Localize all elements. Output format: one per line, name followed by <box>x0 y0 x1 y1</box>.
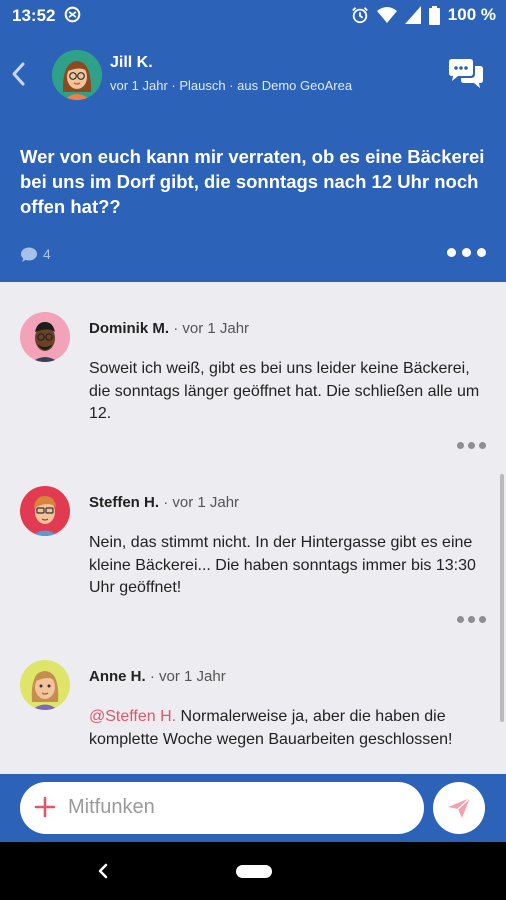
scrollbar[interactable] <box>500 474 504 722</box>
post-header: Jill K. vor 1 Jahr · Plausch · aus Demo … <box>0 30 506 282</box>
back-arrow-icon[interactable] <box>6 58 32 90</box>
comment-text: @Steffen H. Normalerweise ja, aber die h… <box>89 706 484 751</box>
battery-icon <box>428 5 440 25</box>
comment-more-icon[interactable] <box>457 616 486 623</box>
system-nav-bar <box>0 842 506 900</box>
comment-time: · vor 1 Jahr <box>163 494 240 511</box>
comment-text: Soweit ich weiß, gibt es bei uns leider … <box>89 360 480 422</box>
battery-level: 100 % <box>447 5 496 24</box>
status-time: 13:52 <box>12 6 56 25</box>
post-meta: vor 1 Jahr · Plausch · aus Demo GeoArea <box>110 78 353 93</box>
composer-bar: Mitfunken <box>0 774 506 842</box>
comment-time: · vor 1 Jahr <box>149 668 226 685</box>
comment-count-value: 4 <box>43 246 51 262</box>
comment-item: Anne H. · vor 1 Jahr @Steffen H. Normale… <box>0 632 506 774</box>
comment-input[interactable]: Mitfunken <box>20 782 424 834</box>
alarm-icon <box>351 7 368 24</box>
comment-bubble-icon <box>21 247 37 262</box>
status-bar: 13:52 100 % <box>0 0 506 30</box>
post-more-icon[interactable] <box>447 248 486 257</box>
commenter-name[interactable]: Steffen H. <box>89 494 159 511</box>
send-icon <box>448 797 471 818</box>
commenter-name[interactable]: Anne H. <box>89 668 146 685</box>
chat-bubbles-icon[interactable] <box>446 58 486 92</box>
commenter-avatar[interactable] <box>20 660 70 710</box>
author-name[interactable]: Jill K. <box>110 54 153 72</box>
input-placeholder: Mitfunken <box>68 796 155 818</box>
wifi-icon <box>376 7 397 23</box>
comment-list[interactable]: Dominik M. · vor 1 Jahr Soweit ich weiß,… <box>0 282 506 774</box>
author-avatar[interactable] <box>52 50 102 100</box>
sync-icon <box>64 6 81 23</box>
nav-home-pill[interactable] <box>236 865 272 878</box>
signal-icon <box>404 6 421 24</box>
nav-back-icon[interactable] <box>96 862 110 880</box>
send-button[interactable] <box>433 782 485 834</box>
comment-text: Nein, das stimmt nicht. In der Hintergas… <box>89 534 476 596</box>
post-text: Wer von euch kann mir verraten, ob es ei… <box>20 146 485 217</box>
comment-more-icon[interactable] <box>457 442 486 449</box>
comment-item: Dominik M. · vor 1 Jahr Soweit ich weiß,… <box>0 282 506 458</box>
commenter-name[interactable]: Dominik M. <box>89 320 169 337</box>
comment-item: Steffen H. · vor 1 Jahr Nein, das stimmt… <box>0 458 506 632</box>
comment-header: Steffen H. · vor 1 Jahr <box>89 494 239 511</box>
comment-header: Anne H. · vor 1 Jahr <box>89 668 226 685</box>
plus-icon[interactable] <box>34 796 56 818</box>
commenter-avatar[interactable] <box>20 312 70 362</box>
mention-link[interactable]: @Steffen H. <box>89 708 176 725</box>
commenter-avatar[interactable] <box>20 486 70 536</box>
comment-time: · vor 1 Jahr <box>173 320 250 337</box>
comment-count: 4 <box>20 246 51 262</box>
comment-header: Dominik M. · vor 1 Jahr <box>89 320 249 337</box>
